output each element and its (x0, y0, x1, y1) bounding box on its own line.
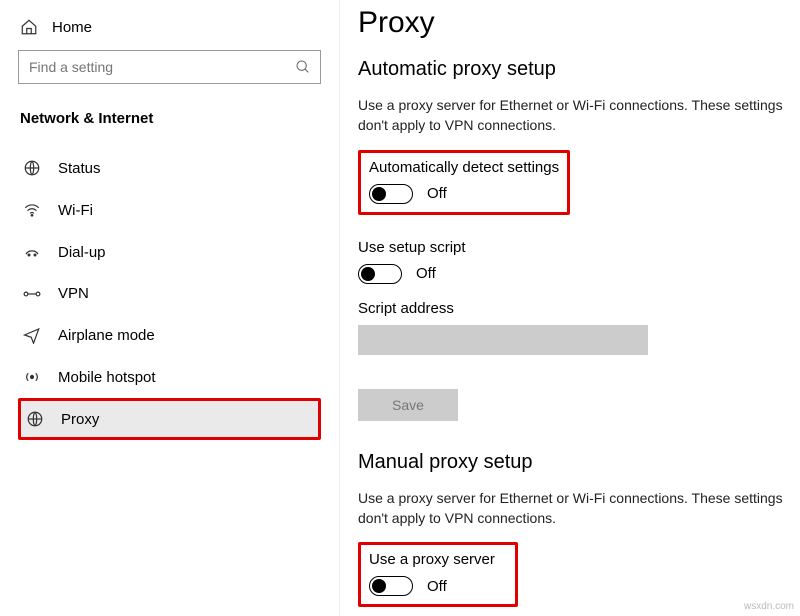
search-box[interactable] (18, 50, 321, 84)
auto-desc: Use a proxy server for Ethernet or Wi-Fi… (358, 95, 788, 136)
page-title: Proxy (358, 6, 788, 40)
auto-heading: Automatic proxy setup (358, 58, 788, 81)
manual-desc: Use a proxy server for Ethernet or Wi-Fi… (358, 488, 788, 529)
use-proxy-label: Use a proxy server (369, 551, 507, 568)
save-button: Save (358, 389, 458, 421)
sidebar-item-vpn[interactable]: VPN (18, 273, 321, 314)
use-proxy-toggle[interactable] (369, 576, 413, 596)
script-address-label: Script address (358, 300, 788, 317)
home-icon (20, 18, 38, 36)
sidebar-item-label: Mobile hotspot (58, 369, 156, 386)
setup-script-toggle[interactable] (358, 264, 402, 284)
sidebar-item-wifi[interactable]: Wi-Fi (18, 189, 321, 231)
script-address-group: Script address (358, 300, 788, 355)
auto-detect-toggle[interactable] (369, 184, 413, 204)
sidebar-item-dialup[interactable]: Dial-up (18, 231, 321, 273)
use-proxy-state: Off (427, 578, 447, 595)
sidebar-item-proxy[interactable]: Proxy (18, 398, 321, 440)
watermark: wsxdn.com (744, 601, 794, 612)
auto-detect-label: Automatically detect settings (369, 159, 559, 176)
sidebar-item-label: Dial-up (58, 244, 106, 261)
sidebar-item-label: Airplane mode (58, 327, 155, 344)
sidebar-item-status[interactable]: Status (18, 147, 321, 189)
setup-script-label: Use setup script (358, 239, 788, 256)
wifi-icon (22, 201, 42, 219)
proxy-icon (25, 410, 45, 428)
setup-script-state: Off (416, 265, 436, 282)
status-icon (22, 159, 42, 177)
search-icon (295, 59, 311, 75)
sidebar-item-label: Wi-Fi (58, 202, 93, 219)
home-label: Home (52, 19, 92, 36)
script-address-input (358, 325, 648, 355)
section-heading: Network & Internet (18, 110, 321, 127)
setup-script-group: Use setup script Off (358, 239, 788, 284)
search-input[interactable] (18, 50, 321, 84)
auto-detect-group: Automatically detect settings Off (358, 150, 570, 215)
sidebar-item-hotspot[interactable]: Mobile hotspot (18, 356, 321, 398)
sidebar-nav: Status Wi-Fi Dial-up VPN Airplane mode (18, 147, 321, 440)
sidebar-item-label: Status (58, 160, 101, 177)
hotspot-icon (22, 368, 42, 386)
manual-heading: Manual proxy setup (358, 451, 788, 474)
dialup-icon (22, 243, 42, 261)
sidebar-item-label: Proxy (61, 411, 99, 428)
vpn-icon (22, 287, 42, 301)
auto-detect-state: Off (427, 185, 447, 202)
airplane-icon (22, 326, 42, 344)
home-link[interactable]: Home (18, 14, 321, 50)
sidebar-item-airplane[interactable]: Airplane mode (18, 314, 321, 356)
main-content: Proxy Automatic proxy setup Use a proxy … (340, 0, 800, 616)
use-proxy-group: Use a proxy server Off (358, 542, 518, 607)
sidebar: Home Network & Internet Status Wi-Fi Dia… (0, 0, 340, 616)
sidebar-item-label: VPN (58, 285, 89, 302)
